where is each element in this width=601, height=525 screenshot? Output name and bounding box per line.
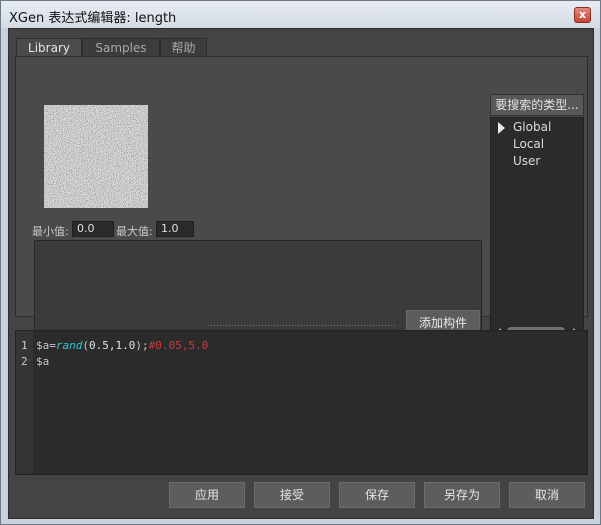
apply-button[interactable]: 应用 [169, 482, 245, 508]
line-number: 1 [21, 339, 28, 352]
min-value-field[interactable]: 0.0 [72, 221, 114, 237]
close-button[interactable]: x [574, 7, 591, 23]
title-bar[interactable]: XGen 表达式编辑器: length x [1, 1, 600, 28]
tab-samples[interactable]: Samples [82, 38, 160, 57]
tab-help[interactable]: 帮助 [160, 38, 207, 57]
editor-client-area: Library Samples 帮助 最小值: 0.0 最大值: 1.0 添加构… [8, 28, 594, 519]
expand-arrow-icon[interactable] [498, 122, 505, 134]
expression-code-editor[interactable]: 1 2 $a=rand(0.5,1.0);#0.05,5.0 $a [15, 330, 588, 475]
splitter-handle[interactable] [207, 324, 397, 327]
code-function: rand [55, 339, 83, 352]
library-panel: 最小值: 0.0 最大值: 1.0 添加构件 要搜索的类型... Global … [15, 56, 588, 340]
code-paren: ); [135, 339, 149, 352]
cancel-button[interactable]: 取消 [509, 482, 585, 508]
code-line[interactable]: $a=rand(0.5,1.0);#0.05,5.0 [36, 339, 208, 352]
accept-button[interactable]: 接受 [254, 482, 330, 508]
noise-preview-image [44, 105, 148, 208]
window-title: XGen 表达式编辑器: length [9, 11, 177, 26]
expression-editor-window: XGen 表达式编辑器: length x Library Samples 帮助 [0, 0, 601, 525]
code-variable: $a= [36, 339, 56, 352]
tab-library[interactable]: Library [16, 38, 82, 57]
line-number: 2 [21, 355, 28, 368]
code-paren: ( [82, 339, 89, 352]
scope-list: Global Local User [490, 117, 584, 340]
save-button[interactable]: 保存 [339, 482, 415, 508]
search-type-button[interactable]: 要搜索的类型... [490, 94, 584, 116]
scope-item-local[interactable]: Local [513, 137, 544, 151]
code-comment: #0.05,5.0 [148, 339, 209, 352]
min-label: 最小值: [32, 225, 69, 238]
save-as-button[interactable]: 另存为 [424, 482, 500, 508]
code-variable: $a [36, 355, 50, 368]
line-number-gutter: 1 2 [16, 331, 33, 474]
scope-item-global[interactable]: Global [513, 120, 551, 134]
max-value-field[interactable]: 1.0 [156, 221, 194, 237]
code-args: 0.5,1.0 [89, 339, 136, 352]
scope-item-user[interactable]: User [513, 154, 540, 168]
max-label: 最大值: [116, 225, 153, 238]
code-line[interactable]: $a [36, 355, 49, 368]
